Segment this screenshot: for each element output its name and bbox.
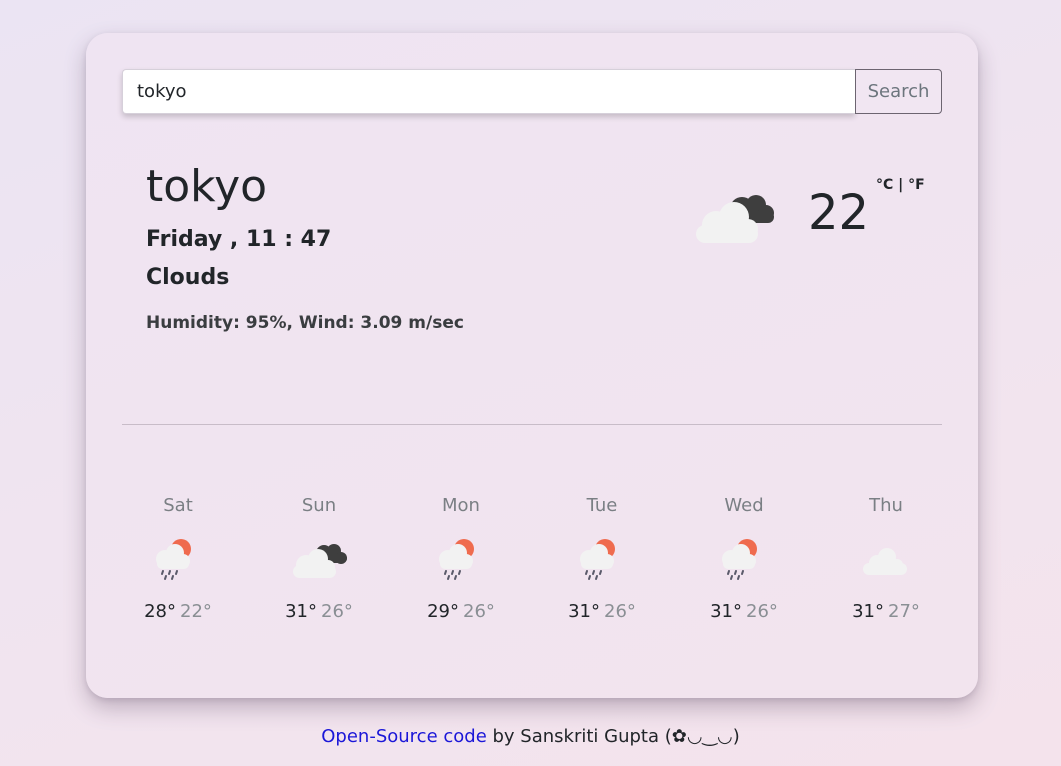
search-button[interactable]: Search — [855, 69, 942, 114]
forecast-max: 31° — [568, 601, 600, 622]
forecast-day-name: Thu — [869, 495, 903, 516]
forecast-max: 29° — [427, 601, 459, 622]
forecast-row: Sat 28° 22° Sun 31° 26° Mon 29° 26° Tue … — [122, 493, 942, 643]
divider — [122, 424, 942, 425]
forecast-max: 31° — [852, 601, 884, 622]
open-source-link[interactable]: Open-Source code — [321, 726, 487, 747]
forecast-max: 31° — [710, 601, 742, 622]
unit-separator: | — [893, 177, 909, 193]
rain-sun-icon — [722, 539, 757, 580]
cloud-icon — [863, 548, 907, 575]
forecast-day: Wed 31° 26° — [688, 493, 800, 622]
forecast-temps: 31° 26° — [688, 601, 800, 622]
forecast-min: 26° — [604, 601, 636, 622]
forecast-day: Tue 31° 26° — [546, 493, 658, 622]
rain-sun-icon — [156, 539, 191, 580]
forecast-min: 26° — [463, 601, 495, 622]
forecast-temps: 28° 22° — [122, 601, 234, 622]
unit-toggle: °C | °F — [876, 177, 925, 193]
weather-card: Search tokyo Friday , 11 : 47 Clouds Hum… — [86, 33, 978, 698]
forecast-day-name: Tue — [586, 495, 618, 516]
celsius-link[interactable]: °C — [876, 177, 893, 193]
city-name: tokyo — [146, 161, 268, 212]
forecast-temps: 31° 26° — [546, 601, 658, 622]
search-input[interactable] — [122, 69, 855, 114]
footer: Open-Source code by Sanskriti Gupta (✿◡‿… — [0, 726, 1061, 747]
forecast-day-name: Mon — [442, 495, 480, 516]
broken-clouds-icon — [696, 195, 774, 243]
rain-sun-icon — [580, 539, 615, 580]
forecast-min: 26° — [746, 601, 778, 622]
forecast-min: 27° — [888, 601, 920, 622]
forecast-day: Thu 31° 27° — [830, 493, 942, 622]
forecast-temps: 31° 26° — [263, 601, 375, 622]
forecast-day-name: Sun — [301, 495, 337, 516]
current-temperature: 22 — [808, 185, 870, 241]
forecast-day: Mon 29° 26° — [405, 493, 517, 622]
forecast-min: 22° — [180, 601, 212, 622]
search-form: Search — [122, 69, 942, 114]
weather-details: Humidity: 95%, Wind: 3.09 m/sec — [146, 313, 464, 333]
forecast-max: 31° — [285, 601, 317, 622]
current-datetime: Friday , 11 : 47 — [146, 227, 332, 252]
forecast-temps: 29° 26° — [405, 601, 517, 622]
forecast-min: 26° — [321, 601, 353, 622]
rain-sun-icon — [439, 539, 474, 580]
forecast-day-name: Sat — [163, 495, 193, 516]
weather-condition: Clouds — [146, 265, 230, 290]
forecast-day: Sat 28° 22° — [122, 493, 234, 622]
forecast-day: Sun 31° 26° — [263, 493, 375, 622]
forecast-day-name: Wed — [724, 495, 764, 516]
forecast-temps: 31° 27° — [830, 601, 942, 622]
forecast-max: 28° — [144, 601, 176, 622]
broken-clouds-icon — [293, 544, 347, 578]
fahrenheit-link[interactable]: °F — [908, 177, 925, 193]
footer-credit: by Sanskriti Gupta (✿◡‿◡) — [486, 726, 740, 747]
